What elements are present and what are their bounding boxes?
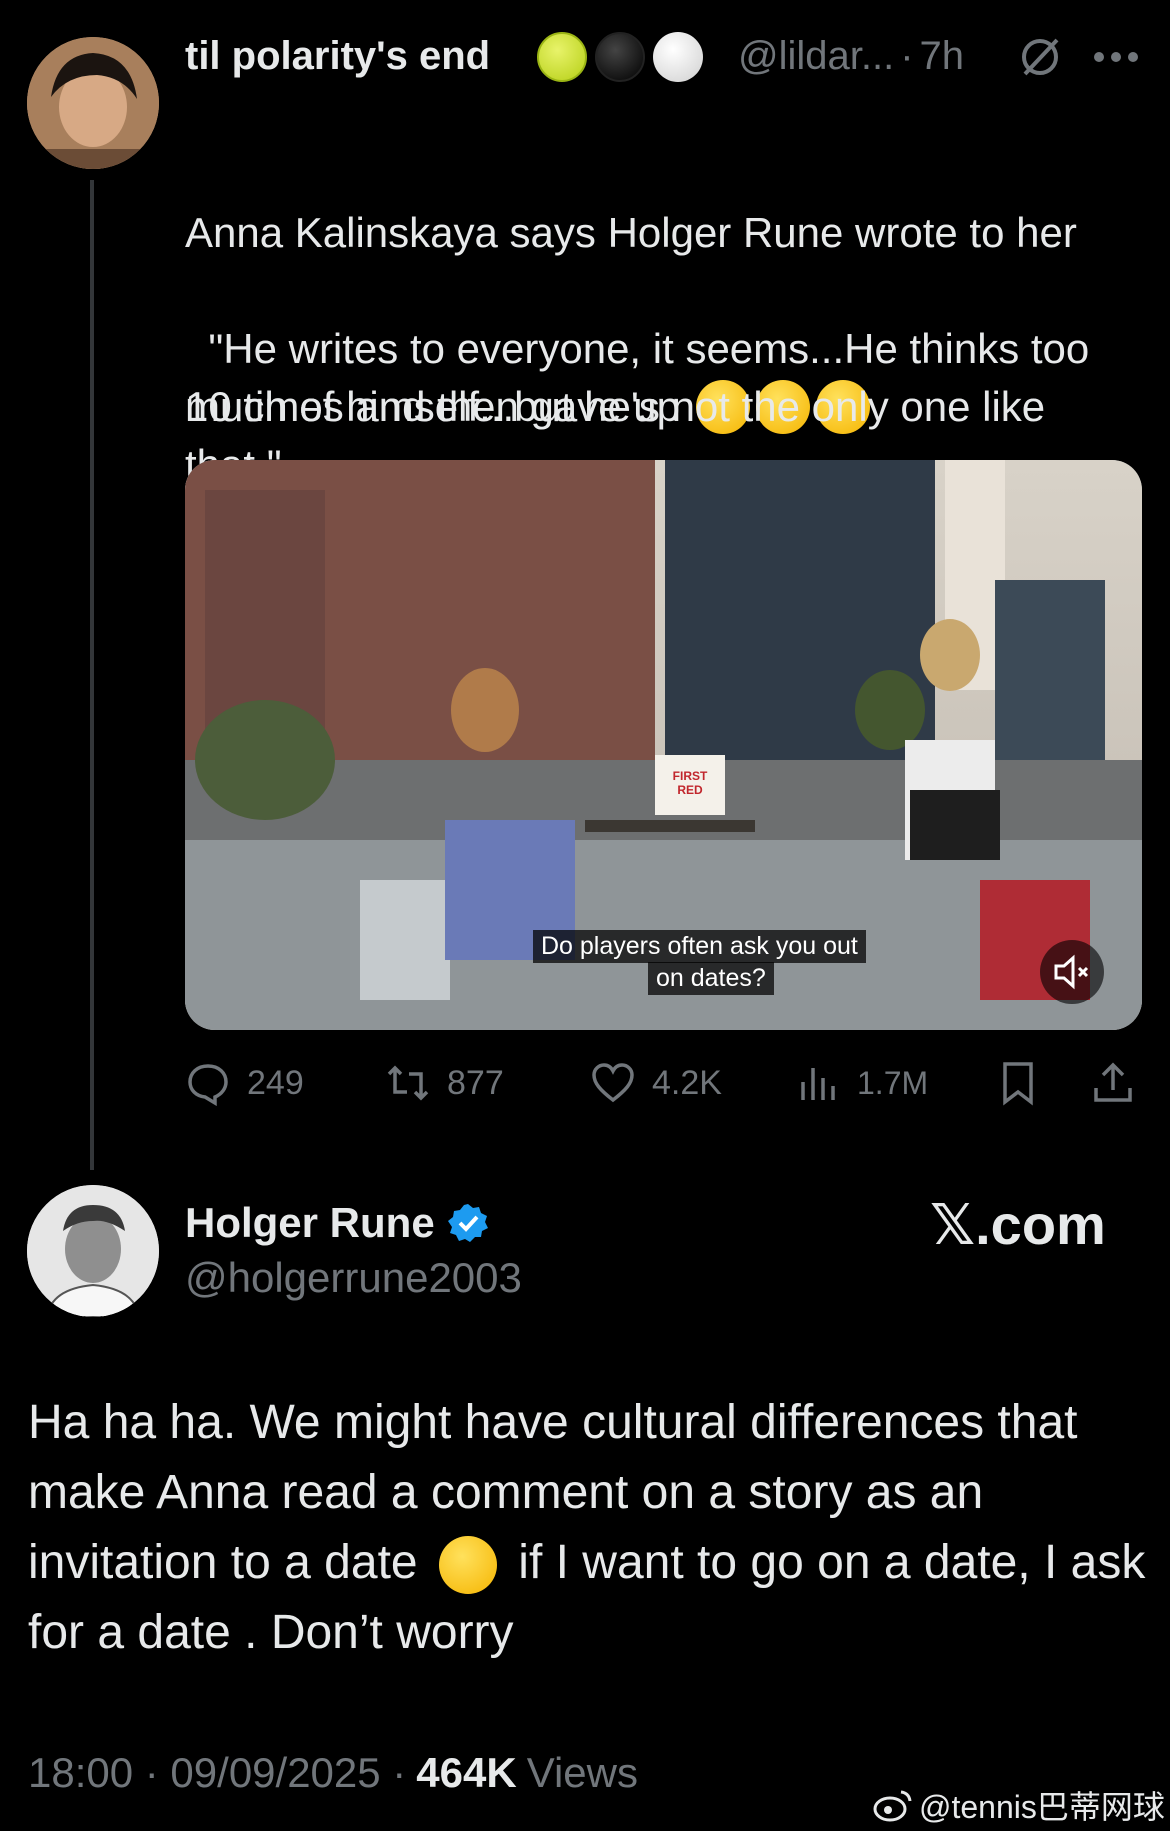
- profile-avatar-icon: [27, 37, 159, 169]
- repost-count: 877: [447, 1063, 504, 1102]
- post-time[interactable]: 7h: [920, 28, 965, 84]
- more-options-icon[interactable]: [1092, 50, 1140, 64]
- white-circle-icon: [653, 32, 703, 82]
- name-emoji-badges: [537, 32, 703, 82]
- grok-icon[interactable]: [1017, 34, 1063, 80]
- tweet-text-line1: Anna Kalinskaya says Holger Rune wrote t…: [185, 209, 1077, 256]
- x-com-logo: 𝕏.com: [930, 1193, 1106, 1256]
- reply-button[interactable]: 249: [185, 1060, 304, 1106]
- black-circle-icon: [595, 32, 645, 82]
- views-count: 1.7M: [857, 1064, 929, 1101]
- heart-icon: [592, 1063, 634, 1103]
- verified-badge-icon: [447, 1202, 489, 1244]
- views-chart-icon: [801, 1068, 835, 1100]
- author-handle[interactable]: @lildar...: [738, 28, 894, 84]
- unmute-button[interactable]: [1040, 940, 1104, 1004]
- sign-text-red: RED: [677, 783, 703, 797]
- views-label: Views: [526, 1749, 638, 1796]
- like-button[interactable]: 4.2K: [590, 1060, 722, 1106]
- winking-tongue-emoji-icon: [438, 1536, 497, 1595]
- views-button[interactable]: 1.7M: [795, 1060, 928, 1106]
- repost-button[interactable]: 877: [385, 1060, 504, 1106]
- reply-text: Ha ha ha. We might have cultural differe…: [28, 1388, 1148, 1668]
- profile-avatar-icon: [27, 1185, 159, 1317]
- video-caption-line1: Do players often ask you out: [533, 930, 866, 963]
- bookmark-icon: [1003, 1062, 1033, 1106]
- share-icon: [1094, 1062, 1132, 1102]
- reply-author-handle[interactable]: @holgerrune2003: [185, 1250, 522, 1306]
- tweet-action-bar: 249 877 4.2K 1.7M: [185, 1048, 1145, 1118]
- views-count-total: 464K: [416, 1749, 517, 1796]
- reply-author-avatar[interactable]: [27, 1185, 159, 1317]
- post-timestamp[interactable]: 18:00 · 09/09/2025 ·: [28, 1745, 406, 1801]
- watermark: @tennis巴蒂网球: [873, 1782, 1165, 1828]
- repost-icon: [387, 1065, 429, 1101]
- reply-icon: [188, 1064, 228, 1106]
- weibo-icon: [873, 1788, 913, 1822]
- like-count: 4.2K: [652, 1063, 722, 1102]
- tennis-ball-icon: [537, 32, 587, 82]
- reply-count: 249: [247, 1063, 304, 1102]
- bookmark-button[interactable]: [995, 1060, 1057, 1106]
- share-button[interactable]: [1090, 1060, 1152, 1106]
- muted-speaker-icon: [1054, 954, 1089, 990]
- author-avatar[interactable]: [27, 37, 159, 169]
- watermark-text: @tennis巴蒂网球: [919, 1789, 1165, 1825]
- sign-text-first: FIRST: [673, 769, 708, 783]
- thread-line: [90, 180, 94, 1170]
- video-player[interactable]: FIRST RED Do players often ask you out o…: [185, 460, 1142, 1030]
- reply-author-name[interactable]: Holger Rune: [185, 1195, 435, 1251]
- author-display-name[interactable]: til polarity's end: [185, 28, 490, 84]
- time-separator: ·: [900, 34, 914, 78]
- video-caption-line2: on dates?: [648, 962, 774, 995]
